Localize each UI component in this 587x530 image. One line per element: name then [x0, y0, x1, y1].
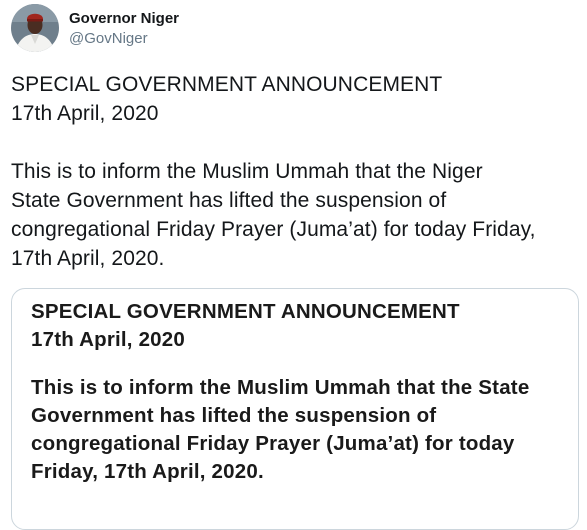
tweet-text: SPECIAL GOVERNMENT ANNOUNCEMENT 17th Apr… — [11, 70, 581, 273]
tweet-body-line: 17th April, 2020. — [11, 247, 165, 270]
image-body-line: This is to inform the Muslim Ummah that … — [31, 376, 530, 399]
image-body-line: Friday, 17th April, 2020. — [31, 460, 264, 483]
author-handle[interactable]: @GovNiger — [69, 29, 179, 49]
image-body-line: congregational Friday Prayer (Juma’at) f… — [31, 432, 515, 455]
attached-image-content: SPECIAL GOVERNMENT ANNOUNCEMENT 17th Apr… — [12, 289, 578, 486]
user-avatar-icon — [11, 4, 59, 52]
attached-image[interactable]: SPECIAL GOVERNMENT ANNOUNCEMENT 17th Apr… — [11, 288, 579, 530]
author-names: Governor Niger @GovNiger — [69, 9, 179, 49]
author-avatar[interactable] — [11, 4, 59, 52]
author-display-name[interactable]: Governor Niger — [69, 9, 179, 29]
tweet-body-line: congregational Friday Prayer (Juma’at) f… — [11, 218, 536, 241]
tweet-body-line: This is to inform the Muslim Ummah that … — [11, 160, 483, 183]
image-body-line: Government has lifted the suspension of — [31, 404, 437, 427]
tweet-date: 17th April, 2020 — [11, 102, 159, 125]
tweet: Governor Niger @GovNiger SPECIAL GOVERNM… — [0, 0, 587, 530]
image-date: 17th April, 2020 — [31, 328, 185, 351]
tweet-header: Governor Niger @GovNiger — [11, 4, 179, 52]
tweet-body-line: State Government has lifted the suspensi… — [11, 189, 447, 212]
image-title: SPECIAL GOVERNMENT ANNOUNCEMENT — [31, 300, 460, 323]
tweet-title: SPECIAL GOVERNMENT ANNOUNCEMENT — [11, 73, 443, 96]
